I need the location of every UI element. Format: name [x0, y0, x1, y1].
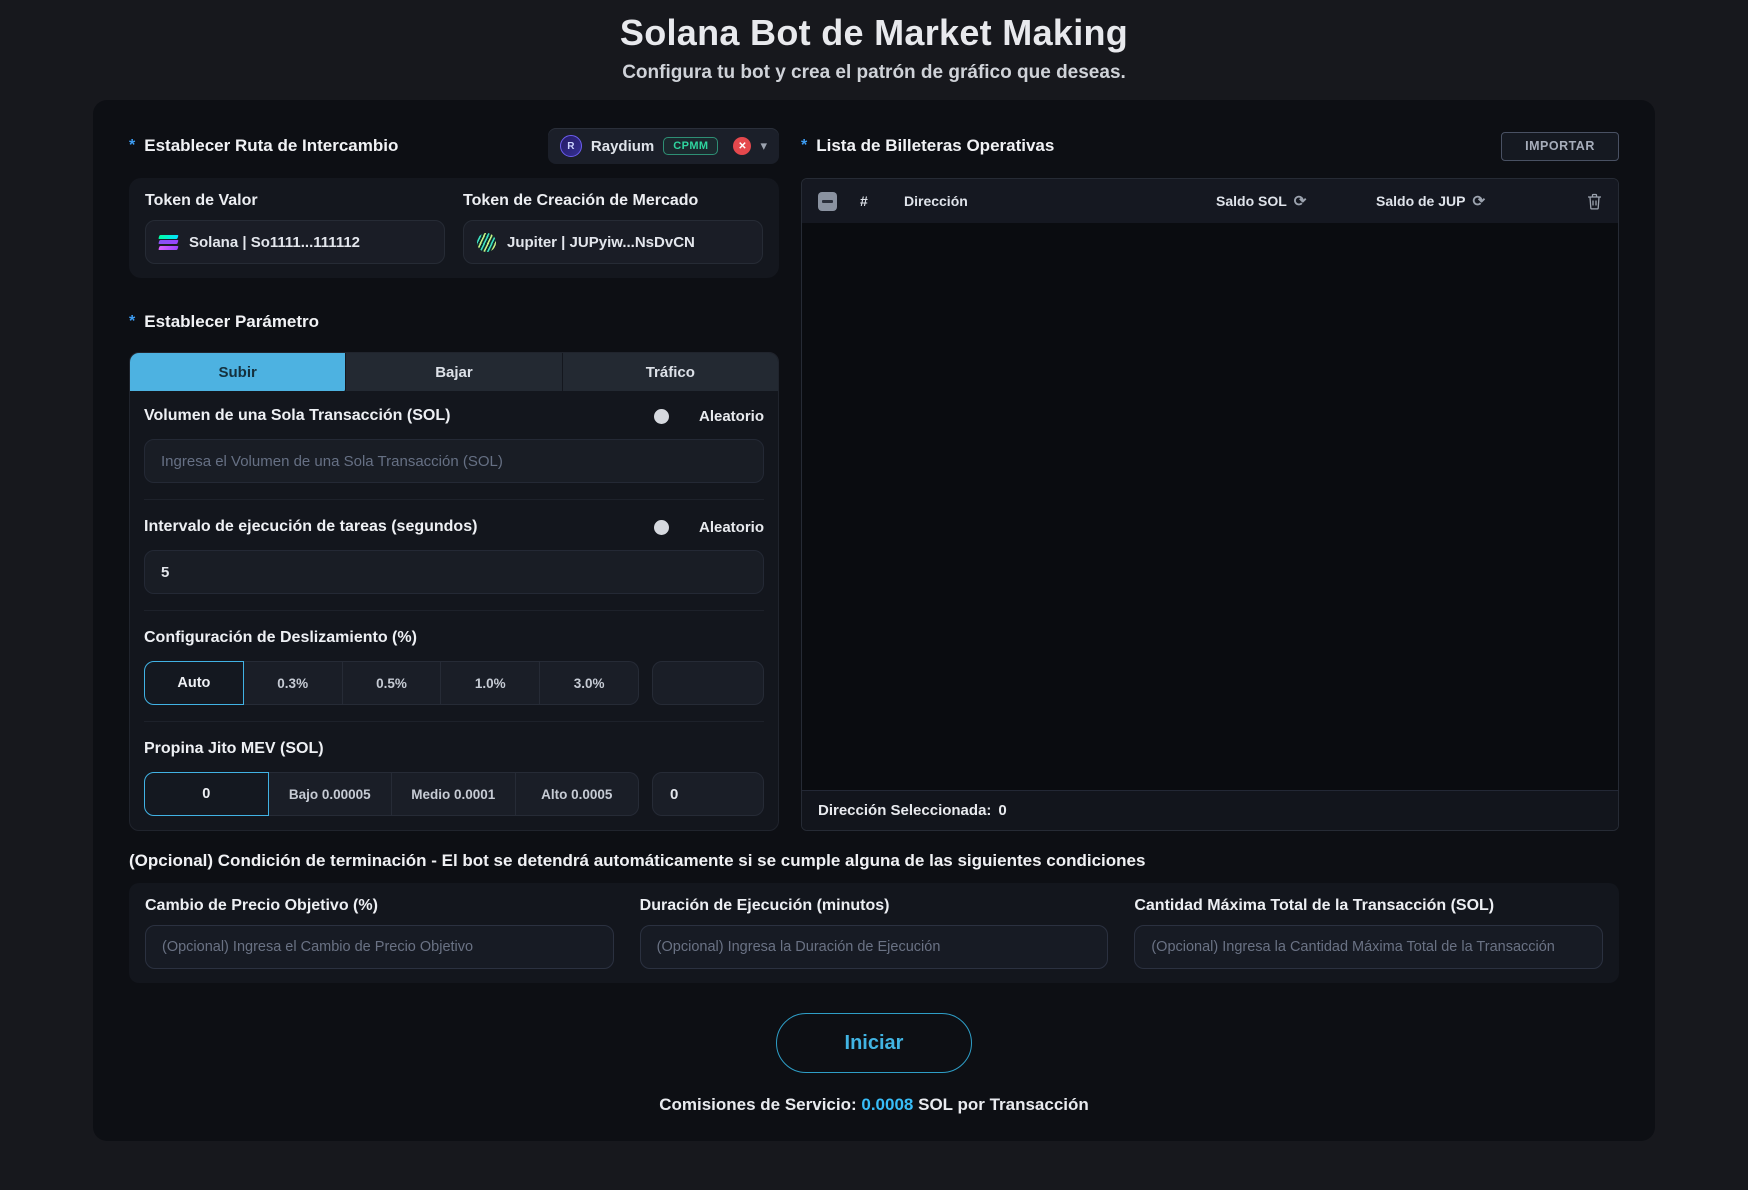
main-card: * Establecer Ruta de Intercambio R Raydi… [93, 100, 1655, 1141]
fee-amount: 0.0008 [861, 1095, 914, 1114]
jito-tip-label: Propina Jito MEV (SOL) [144, 740, 324, 757]
slippage-option-3.0[interactable]: 3.0% [540, 661, 639, 705]
required-asterisk: * [801, 137, 808, 154]
max-amount-input[interactable] [1134, 925, 1604, 969]
selected-address-count: 0 [998, 802, 1007, 819]
slippage-options: Auto 0.3% 0.5% 1.0% 3.0% [144, 661, 639, 705]
value-token-label: Token de Valor [145, 192, 258, 209]
fee-suffix: SOL por Transacción [918, 1095, 1089, 1114]
column-index: # [860, 193, 868, 209]
market-token-value: Jupiter | JUPyiw...NsDvCN [507, 233, 695, 251]
divider [144, 610, 764, 611]
interval-random-toggle[interactable] [653, 519, 669, 535]
select-all-checkbox[interactable] [818, 191, 837, 211]
termination-panel: Cambio de Precio Objetivo (%) Duración d… [129, 883, 1619, 983]
slippage-option-0.3[interactable]: 0.3% [243, 661, 343, 705]
clear-dex-icon[interactable]: ✕ [733, 137, 752, 155]
divider [144, 499, 764, 500]
jito-option-zero[interactable]: 0 [144, 772, 269, 816]
divider [144, 721, 764, 722]
wallet-table: # Dirección Saldo SOL ⟳ Saldo de JUP ⟳ D… [801, 178, 1619, 831]
jito-tip-options: 0 Bajo 0.00005 Medio 0.0001 Alto 0.0005 [144, 772, 639, 816]
refresh-jup-balance-icon[interactable]: ⟳ [1472, 194, 1485, 209]
column-address: Dirección [904, 193, 968, 209]
wallet-table-footer: Dirección Seleccionada: 0 [802, 790, 1618, 830]
parameters-panel: Subir Bajar Tráfico Volumen de una Sola … [129, 352, 779, 831]
slippage-option-auto[interactable]: Auto [144, 661, 244, 705]
volume-random-toggle[interactable] [653, 408, 669, 424]
duration-label: Duración de Ejecución (minutos) [639, 897, 890, 914]
value-token-select[interactable]: Solana | So1111...111112 [145, 220, 445, 264]
parameters-heading: Establecer Parámetro [144, 312, 320, 331]
pattern-tabs: Subir Bajar Tráfico [130, 353, 778, 391]
slippage-option-0.5[interactable]: 0.5% [342, 661, 442, 705]
column-sol-balance: Saldo SOL [1216, 193, 1287, 209]
delete-wallets-icon[interactable] [1587, 193, 1602, 210]
slippage-label: Configuración de Deslizamiento (%) [144, 629, 417, 646]
selected-address-label: Dirección Seleccionada: [818, 802, 992, 819]
dex-name: Raydium [590, 137, 655, 155]
wallet-table-body [802, 223, 1618, 790]
volume-input[interactable] [144, 439, 764, 483]
jito-option-medio[interactable]: Medio 0.0001 [392, 772, 516, 816]
page-subtitle: Configura tu bot y crea el patrón de grá… [622, 62, 1126, 83]
tab-bajar[interactable]: Bajar [346, 353, 563, 391]
jupiter-icon [477, 232, 496, 252]
tab-trafico[interactable]: Tráfico [562, 353, 778, 391]
slippage-custom-input[interactable] [652, 661, 764, 705]
volume-random-label: Aleatorio [698, 407, 764, 425]
tab-subir[interactable]: Subir [130, 353, 347, 391]
duration-input[interactable] [639, 925, 1109, 969]
price-change-input[interactable] [145, 925, 614, 969]
dex-selector[interactable]: R Raydium CPMM ✕ ▾ [547, 128, 779, 164]
required-asterisk: * [129, 137, 136, 154]
swap-route-heading: Establecer Ruta de Intercambio [144, 136, 399, 155]
import-wallets-button[interactable]: IMPORTAR [1501, 131, 1619, 161]
market-token-select[interactable]: Jupiter | JUPyiw...NsDvCN [463, 220, 763, 264]
price-change-label: Cambio de Precio Objetivo (%) [145, 897, 378, 914]
max-amount-label: Cantidad Máxima Total de la Transacción … [1134, 897, 1495, 914]
interval-input[interactable] [144, 550, 764, 594]
jito-custom-input[interactable] [652, 772, 764, 816]
token-panel: Token de Valor Solana | So1111...111112 … [129, 178, 779, 278]
market-token-label: Token de Creación de Mercado [463, 192, 699, 209]
refresh-sol-balance-icon[interactable]: ⟳ [1294, 194, 1307, 209]
page-title: Solana Bot de Market Making [619, 12, 1129, 53]
termination-heading: (Opcional) Condición de terminación - El… [129, 851, 1146, 870]
dex-pool-type-badge: CPMM [663, 137, 719, 155]
wallet-list-heading: Lista de Billeteras Operativas [816, 136, 1055, 155]
solana-icon [158, 234, 179, 250]
service-fee-line: Comisiones de Servicio: 0.0008 SOL por T… [129, 1095, 1619, 1115]
volume-label: Volumen de una Sola Transacción (SOL) [144, 407, 451, 424]
column-jup-balance: Saldo de JUP [1376, 193, 1466, 209]
slippage-option-1.0[interactable]: 1.0% [441, 661, 541, 705]
required-asterisk: * [129, 313, 136, 330]
wallet-table-header: # Dirección Saldo SOL ⟳ Saldo de JUP ⟳ [802, 179, 1618, 223]
jito-option-bajo[interactable]: Bajo 0.00005 [268, 772, 392, 816]
fee-prefix: Comisiones de Servicio: [659, 1095, 857, 1114]
raydium-icon: R [559, 135, 582, 157]
chevron-down-icon: ▾ [760, 138, 767, 153]
interval-label: Intervalo de ejecución de tareas (segund… [144, 518, 478, 535]
start-button[interactable]: Iniciar [776, 1013, 972, 1073]
interval-random-label: Aleatorio [698, 518, 764, 536]
value-token-value: Solana | So1111...111112 [189, 233, 361, 251]
jito-option-alto[interactable]: Alto 0.0005 [515, 772, 639, 816]
